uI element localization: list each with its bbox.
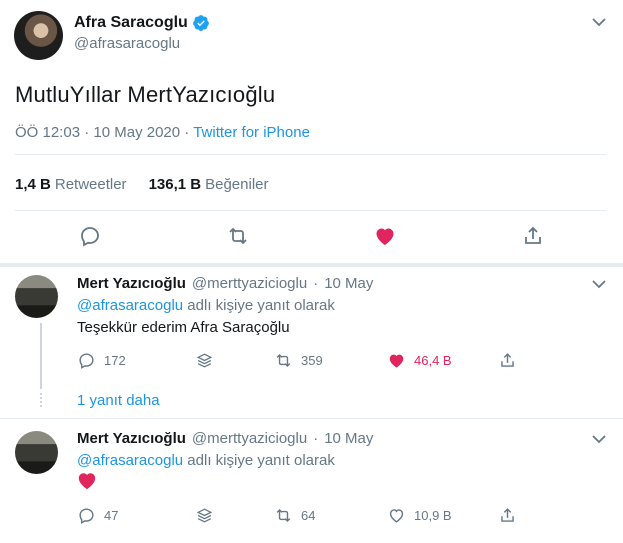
reply-context-text: adlı kişiye yanıt olarak <box>187 452 335 469</box>
retweet-icon <box>276 353 291 368</box>
tweet-stats: 1,4 B Retweetler 136,1 B Beğeniler <box>15 176 269 193</box>
likes-label: Beğeniler <box>205 176 269 193</box>
reply-tweet[interactable]: Mert Yazıcıoğlu @merttyazicioglu · 10 Ma… <box>0 267 623 415</box>
retweet-count: 359 <box>301 353 323 368</box>
avatar[interactable] <box>15 431 58 474</box>
retweet-count: 64 <box>301 508 316 523</box>
chevron-down-icon[interactable] <box>592 17 606 27</box>
tweet-actions: 47 64 10,9 B <box>77 506 597 528</box>
author-handle[interactable]: @afrasaracoglu <box>74 35 180 52</box>
share-icon <box>501 353 514 367</box>
likes-count: 136,1 B <box>148 176 202 193</box>
share-action[interactable] <box>498 506 525 525</box>
verified-badge-icon <box>192 14 210 32</box>
divider <box>15 210 606 211</box>
meta-separator: · <box>313 430 319 447</box>
retweet-icon[interactable] <box>226 224 250 248</box>
author-name[interactable]: Mert Yazıcıoğlu <box>77 275 186 292</box>
author-name[interactable]: Afra Saracoglu <box>74 14 188 32</box>
share-action[interactable] <box>498 351 525 370</box>
tweet-time[interactable]: ÖÖ 12:03 <box>15 124 80 141</box>
tweet-text: Teşekkür ederim Afra Saraçoğlu <box>77 319 290 336</box>
author-line: Mert Yazıcıoğlu @merttyazicioglu · 10 Ma… <box>77 275 373 292</box>
thread-line <box>40 323 42 389</box>
heart-emoji-icon <box>78 473 96 490</box>
author-line: Mert Yazıcıoğlu @merttyazicioglu · 10 Ma… <box>77 430 373 447</box>
add-to-stack-action[interactable] <box>195 506 222 525</box>
retweet-action[interactable]: 359 <box>274 351 323 370</box>
retweets-stat[interactable]: 1,4 B Retweetler <box>15 176 127 193</box>
meta-separator: · <box>84 124 90 141</box>
author-line: Afra Saracoglu <box>74 14 210 32</box>
reply-icon[interactable] <box>78 224 102 248</box>
chevron-down-icon[interactable] <box>592 434 606 444</box>
avatar[interactable] <box>14 11 63 60</box>
layers-icon <box>196 508 213 523</box>
reply-action[interactable]: 172 <box>77 351 126 370</box>
thread-dots <box>40 393 42 407</box>
like-icon-filled[interactable] <box>373 224 397 248</box>
like-icon <box>389 509 404 523</box>
reply-context: @afrasaracoglu adlı kişiye yanıt olarak <box>77 297 335 314</box>
reply-tweet[interactable]: Mert Yazıcıoğlu @merttyazicioglu · 10 Ma… <box>0 419 623 543</box>
tweet-thread: Afra Saracoglu @afrasaracoglu MutluYılla… <box>0 0 623 543</box>
tweet-text: MutluYıllar MertYazıcıoğlu <box>15 82 276 107</box>
tweet-date[interactable]: 10 May <box>324 430 373 447</box>
like-count: 46,4 B <box>414 353 452 368</box>
meta-separator: · <box>313 275 319 292</box>
author-handle[interactable]: @merttyazicioglu <box>192 275 307 292</box>
reply-count: 47 <box>104 508 119 523</box>
mention-link[interactable]: @afrasaracoglu <box>77 297 183 314</box>
meta-separator: · <box>184 124 190 141</box>
retweet-action[interactable]: 64 <box>274 506 315 525</box>
main-tweet: Afra Saracoglu @afrasaracoglu MutluYılla… <box>0 0 623 263</box>
tweet-meta: ÖÖ 12:03 · 10 May 2020 · Twitter for iPh… <box>15 124 310 141</box>
divider <box>15 154 606 155</box>
like-count: 10,9 B <box>414 508 452 523</box>
author-name[interactable]: Mert Yazıcıoğlu <box>77 430 186 447</box>
tweet-actions <box>0 222 623 252</box>
reply-icon <box>79 353 94 369</box>
tweet-date[interactable]: 10 May 2020 <box>93 124 180 141</box>
like-icon-filled <box>389 354 404 368</box>
like-action[interactable]: 46,4 B <box>387 351 452 370</box>
mention-link[interactable]: @afrasaracoglu <box>77 452 183 469</box>
likes-stat[interactable]: 136,1 B Beğeniler <box>149 176 269 193</box>
chevron-down-icon[interactable] <box>592 279 606 289</box>
share-icon <box>501 508 514 522</box>
tweet-source-link[interactable]: Twitter for iPhone <box>193 124 310 141</box>
reply-context-text: adlı kişiye yanıt olarak <box>187 297 335 314</box>
reply-icon <box>79 508 94 524</box>
share-icon[interactable] <box>521 224 545 248</box>
author-handle[interactable]: @merttyazicioglu <box>192 430 307 447</box>
tweet-actions: 172 359 46,4 B <box>77 351 597 373</box>
retweet-icon <box>276 508 291 523</box>
layers-icon <box>196 353 213 368</box>
tweet-date[interactable]: 10 May <box>324 275 373 292</box>
reply-count: 172 <box>104 353 126 368</box>
retweets-count: 1,4 B <box>15 176 51 193</box>
like-action[interactable]: 10,9 B <box>387 506 452 525</box>
avatar[interactable] <box>15 275 58 318</box>
reply-action[interactable]: 47 <box>77 506 118 525</box>
reply-context: @afrasaracoglu adlı kişiye yanıt olarak <box>77 452 335 469</box>
show-more-replies-link[interactable]: 1 yanıt daha <box>77 392 160 409</box>
add-to-stack-action[interactable] <box>195 351 222 370</box>
retweets-label: Retweetler <box>54 176 127 193</box>
